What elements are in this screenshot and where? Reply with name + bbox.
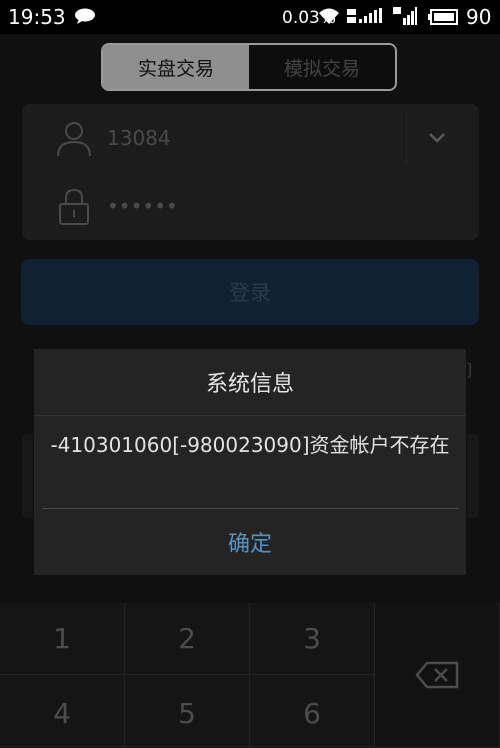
- key-3-label: 3: [303, 622, 321, 655]
- wifi-icon: [319, 8, 339, 24]
- system-info-dialog: 系统信息 -410301060[-980023090]资金帐户不存在 确定: [34, 349, 466, 575]
- key-6-label: 6: [303, 697, 321, 730]
- key-2[interactable]: 2: [125, 603, 250, 675]
- backspace-key[interactable]: [375, 603, 500, 748]
- confirm-button[interactable]: 确定: [34, 509, 466, 575]
- lock-icon: [59, 188, 89, 225]
- background-edge-glyph: ]: [466, 360, 473, 379]
- chat-icon: [75, 8, 95, 24]
- dialog-title: 系统信息: [205, 372, 294, 397]
- key-5-label: 5: [178, 697, 196, 730]
- chevron-down-icon[interactable]: [426, 126, 448, 148]
- key-1[interactable]: 1: [0, 603, 125, 675]
- dialog-message: -410301060[-980023090]资金帐户不存在: [50, 433, 450, 457]
- tab-real-trading[interactable]: 实盘交易: [103, 45, 249, 89]
- key-4-label: 4: [53, 697, 71, 730]
- login-button-label: 登录: [229, 281, 271, 305]
- password-row[interactable]: ••••••: [22, 172, 479, 240]
- key-5[interactable]: 5: [125, 675, 250, 747]
- account-field[interactable]: 13084: [107, 126, 171, 150]
- password-field[interactable]: ••••••: [107, 194, 178, 218]
- key-2-label: 2: [178, 622, 196, 655]
- key-6[interactable]: 6: [250, 675, 375, 747]
- signal-4g-icon: [347, 8, 382, 23]
- key-4[interactable]: 4: [0, 675, 125, 747]
- tab-simulated-trading-label: 模拟交易: [283, 57, 360, 80]
- login-button[interactable]: 登录: [21, 259, 479, 325]
- key-1-label: 1: [53, 622, 71, 655]
- user-icon: [57, 122, 91, 157]
- battery-icon: [428, 9, 458, 25]
- tab-simulated-trading[interactable]: 模拟交易: [249, 45, 395, 89]
- status-time: 19:53: [8, 5, 66, 29]
- backspace-icon: [415, 661, 459, 689]
- tab-real-trading-label: 实盘交易: [137, 57, 214, 80]
- dialog-divider: [34, 415, 466, 416]
- account-row[interactable]: 13084: [22, 104, 479, 172]
- row-divider: [406, 112, 407, 164]
- numeric-keyboard: 1 2 3 4 5 6: [0, 603, 500, 748]
- signal-bars-icon: [393, 7, 417, 25]
- status-bar: 19:53 0.03% 90: [0, 0, 500, 34]
- battery-level: 90: [466, 5, 492, 29]
- key-3[interactable]: 3: [250, 603, 375, 675]
- login-card: 13084 ••••••: [22, 104, 479, 240]
- trade-mode-segment: 实盘交易 模拟交易: [101, 43, 397, 91]
